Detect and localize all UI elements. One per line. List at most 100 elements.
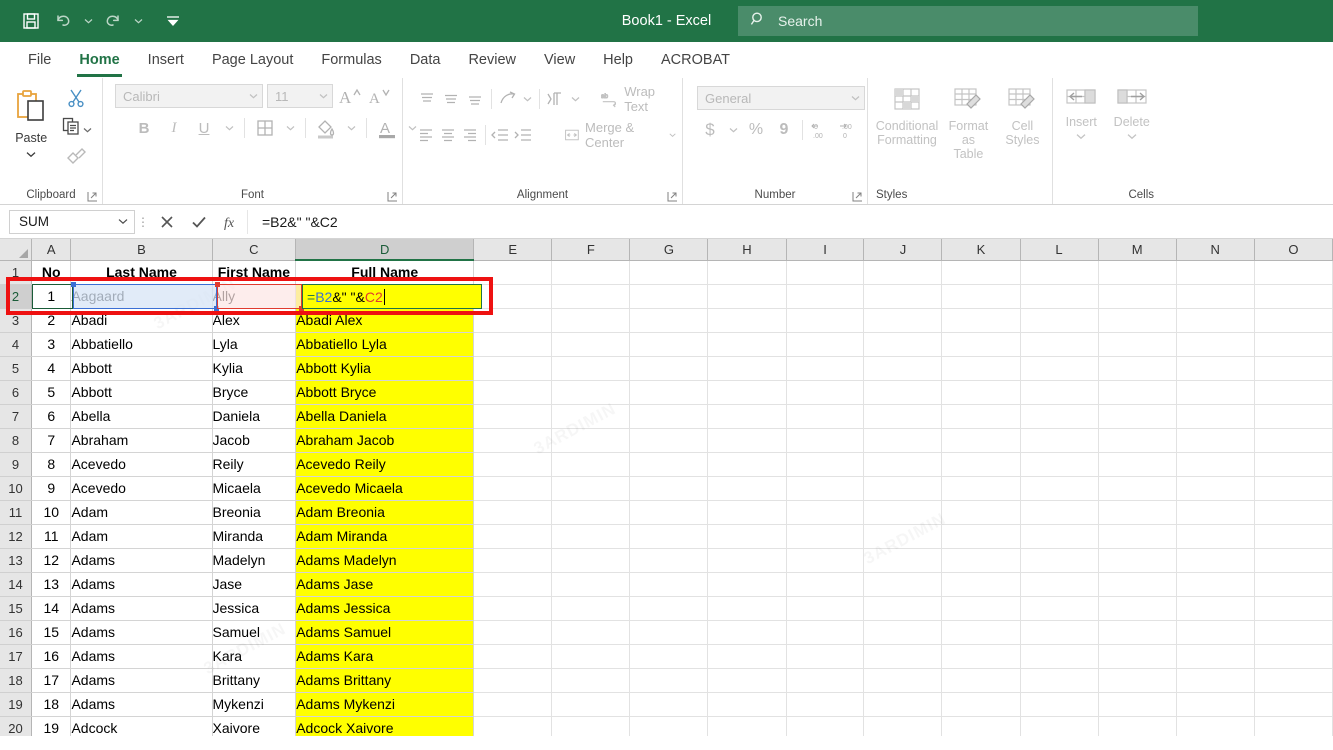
cell-o2[interactable] <box>1254 284 1332 308</box>
copy-icon[interactable] <box>61 116 81 141</box>
cell-i19[interactable] <box>786 692 864 716</box>
cell-f6[interactable] <box>552 380 630 404</box>
cell-d14[interactable]: Adams Jase <box>296 572 474 596</box>
cell-a1[interactable]: No <box>32 260 71 284</box>
cell-n6[interactable] <box>1176 380 1254 404</box>
cell-i1[interactable] <box>786 260 864 284</box>
cell-g1[interactable] <box>630 260 708 284</box>
cell-o1[interactable] <box>1254 260 1332 284</box>
cell-g9[interactable] <box>630 452 708 476</box>
cell-f10[interactable] <box>552 476 630 500</box>
cell-h3[interactable] <box>708 308 786 332</box>
font-dialog-launcher-icon[interactable] <box>387 191 398 202</box>
select-all-corner[interactable] <box>0 239 32 260</box>
cell-f8[interactable] <box>552 428 630 452</box>
cell-b13[interactable]: Adams <box>71 548 212 572</box>
cell-k19[interactable] <box>942 692 1020 716</box>
cell-m15[interactable] <box>1098 596 1176 620</box>
increase-decimal-icon[interactable]: 0.00 <box>808 118 834 142</box>
increase-indent-icon[interactable] <box>512 123 533 147</box>
cell-f12[interactable] <box>552 524 630 548</box>
cell-b3[interactable]: Abadi <box>71 308 212 332</box>
cell-e10[interactable] <box>474 476 552 500</box>
cell-c16[interactable]: Samuel <box>212 620 296 644</box>
cell-a19[interactable]: 18 <box>32 692 71 716</box>
cell-a14[interactable]: 13 <box>32 572 71 596</box>
decrease-decimal-icon[interactable]: .000 <box>836 118 862 142</box>
cell-f13[interactable] <box>552 548 630 572</box>
cell-a16[interactable]: 15 <box>32 620 71 644</box>
row-header-4[interactable]: 4 <box>0 332 32 356</box>
cell-c17[interactable]: Kara <box>212 644 296 668</box>
cell-e18[interactable] <box>474 668 552 692</box>
row-header-13[interactable]: 13 <box>0 548 32 572</box>
font-size-combo[interactable]: 11 <box>267 84 333 108</box>
cell-h14[interactable] <box>708 572 786 596</box>
search-box[interactable]: Search <box>738 6 1198 36</box>
underline-chevron-down-icon[interactable] <box>221 116 237 140</box>
cell-e7[interactable] <box>474 404 552 428</box>
cell-g3[interactable] <box>630 308 708 332</box>
insert-function-button[interactable]: fx <box>215 209 247 235</box>
cell-a20[interactable]: 19 <box>32 716 71 736</box>
cell-b18[interactable]: Adams <box>71 668 212 692</box>
comma-style-button[interactable]: 9 <box>771 118 797 142</box>
row-header-9[interactable]: 9 <box>0 452 32 476</box>
cell-n5[interactable] <box>1176 356 1254 380</box>
cell-d6[interactable]: Abbott Bryce <box>296 380 474 404</box>
cell-k12[interactable] <box>942 524 1020 548</box>
cell-g12[interactable] <box>630 524 708 548</box>
cell-m17[interactable] <box>1098 644 1176 668</box>
cell-o9[interactable] <box>1254 452 1332 476</box>
percent-button[interactable]: % <box>743 118 769 142</box>
conditional-formatting-button[interactable]: Conditional Formatting <box>876 84 938 147</box>
cell-o7[interactable] <box>1254 404 1332 428</box>
cell-l19[interactable] <box>1020 692 1098 716</box>
tab-insert[interactable]: Insert <box>134 45 198 77</box>
row-header-11[interactable]: 11 <box>0 500 32 524</box>
cell-m13[interactable] <box>1098 548 1176 572</box>
cell-j10[interactable] <box>864 476 942 500</box>
cell-i16[interactable] <box>786 620 864 644</box>
cell-j17[interactable] <box>864 644 942 668</box>
cell-e13[interactable] <box>474 548 552 572</box>
row-header-15[interactable]: 15 <box>0 596 32 620</box>
redo-chevron-down-icon[interactable] <box>130 7 146 35</box>
cell-e19[interactable] <box>474 692 552 716</box>
cell-n19[interactable] <box>1176 692 1254 716</box>
cell-k11[interactable] <box>942 500 1020 524</box>
cell-e8[interactable] <box>474 428 552 452</box>
cell-c6[interactable]: Bryce <box>212 380 296 404</box>
cell-m6[interactable] <box>1098 380 1176 404</box>
cell-b14[interactable]: Adams <box>71 572 212 596</box>
cell-g6[interactable] <box>630 380 708 404</box>
cell-g13[interactable] <box>630 548 708 572</box>
cell-d13[interactable]: Adams Madelyn <box>296 548 474 572</box>
row-header-17[interactable]: 17 <box>0 644 32 668</box>
cell-m3[interactable] <box>1098 308 1176 332</box>
cell-n11[interactable] <box>1176 500 1254 524</box>
tab-formulas[interactable]: Formulas <box>307 45 395 77</box>
cell-l5[interactable] <box>1020 356 1098 380</box>
cell-a7[interactable]: 6 <box>32 404 71 428</box>
cell-f19[interactable] <box>552 692 630 716</box>
cell-a9[interactable]: 8 <box>32 452 71 476</box>
cell-b9[interactable]: Acevedo <box>71 452 212 476</box>
cell-j6[interactable] <box>864 380 942 404</box>
cell-h10[interactable] <box>708 476 786 500</box>
column-header-a[interactable]: A <box>32 239 71 260</box>
cell-j3[interactable] <box>864 308 942 332</box>
cell-n20[interactable] <box>1176 716 1254 736</box>
cell-o15[interactable] <box>1254 596 1332 620</box>
cell-g4[interactable] <box>630 332 708 356</box>
cell-f1[interactable] <box>552 260 630 284</box>
cell-j12[interactable] <box>864 524 942 548</box>
cell-l10[interactable] <box>1020 476 1098 500</box>
cell-m1[interactable] <box>1098 260 1176 284</box>
cell-e14[interactable] <box>474 572 552 596</box>
cell-k20[interactable] <box>942 716 1020 736</box>
cell-g10[interactable] <box>630 476 708 500</box>
cell-g2[interactable] <box>630 284 708 308</box>
cell-k18[interactable] <box>942 668 1020 692</box>
cell-i12[interactable] <box>786 524 864 548</box>
